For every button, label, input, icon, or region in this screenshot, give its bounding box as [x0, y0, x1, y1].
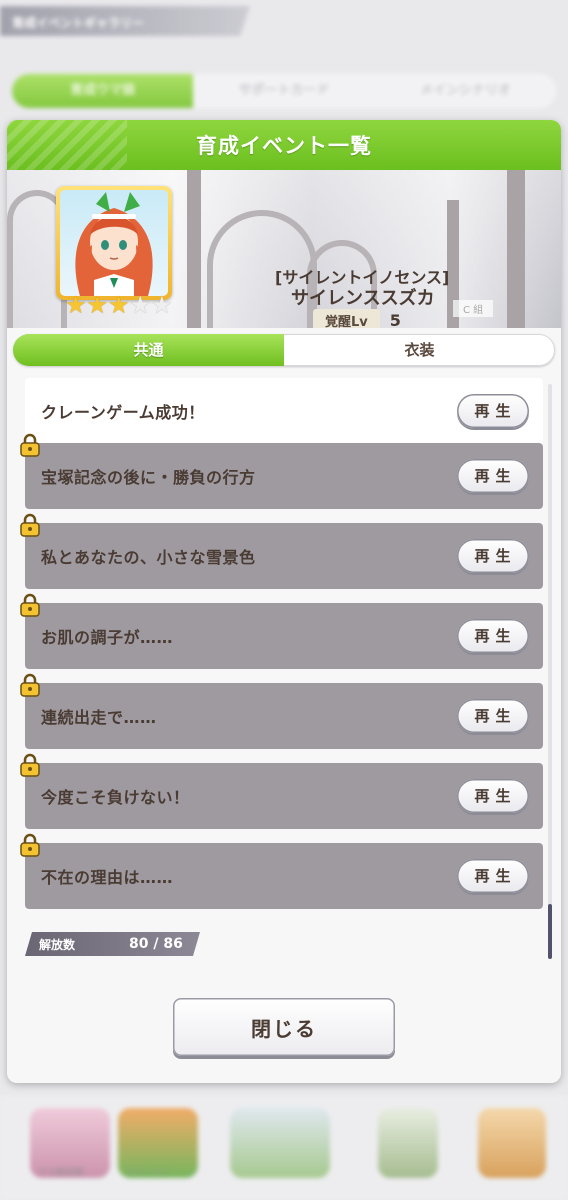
event-title: 今度こそ負けない！	[41, 788, 190, 807]
event-row: 今度こそ負けない！ 再生	[20, 753, 543, 829]
event-row: 宝塚記念の後に・勝負の行方 再生	[20, 433, 543, 509]
event-list: クレーンゲーム成功！ 再生 宝塚記念の後に・勝負の行方 再生 私とあなたの、小さ…	[20, 378, 543, 964]
hallway-pillar	[507, 170, 525, 328]
event-title: 宝塚記念の後に・勝負の行方	[41, 468, 256, 487]
awakening-level: 覚醒Lv 5	[313, 309, 401, 328]
tab-costume[interactable]: 衣装	[284, 334, 555, 366]
event-title: 連続出走で……	[41, 708, 157, 727]
play-button[interactable]: 再生	[457, 459, 529, 493]
event-title: 不在の理由は……	[41, 868, 174, 887]
event-list-dialog: 育成イベント一覧 ★ ★ ★ ★ ★ [サイレントイノセンス] サイレンススズカ…	[7, 120, 561, 1083]
background-tab-umamusume: 育成ウマ娘	[12, 74, 194, 108]
play-button[interactable]: 再生	[457, 779, 529, 813]
lock-icon	[20, 433, 40, 457]
hallway-pillar	[187, 170, 201, 328]
play-button[interactable]: 再生	[457, 539, 529, 573]
dialog-title: 育成イベント一覧	[7, 120, 561, 170]
lock-icon	[20, 833, 40, 857]
class-plate-sign: C 組	[453, 300, 494, 317]
event-row: 連続出走で…… 再生	[20, 673, 543, 749]
background-tab-support-card: サポートカード	[238, 83, 330, 98]
character-portrait-frame	[56, 186, 172, 300]
background-footer-label-character: ウマ娘詳細	[38, 1168, 84, 1178]
background-footer-icon-race	[378, 1108, 438, 1178]
background-header: 育成イベントギャラリー	[0, 6, 250, 36]
lock-icon	[20, 513, 40, 537]
awakening-level-value: 5	[389, 311, 401, 328]
background-footer-icon-gacha	[478, 1108, 546, 1178]
background-tab-main-scenario: メインシナリオ	[419, 83, 511, 98]
star-filled-icon: ★	[86, 291, 109, 319]
unlock-count-bar: 解放数 80 / 86	[25, 932, 200, 956]
character-portrait-illustration	[75, 192, 153, 296]
scrollbar-thumb[interactable]	[548, 904, 552, 959]
star-empty-icon: ★	[129, 291, 152, 319]
event-row: 不在の理由は…… 再生	[20, 833, 543, 909]
background-tabs: 育成ウマ娘 サポートカード メインシナリオ	[12, 74, 556, 108]
star-filled-icon: ★	[65, 291, 87, 319]
play-button[interactable]: 再生	[457, 619, 529, 653]
character-portrait	[60, 190, 168, 296]
event-row: お肌の調子が…… 再生	[20, 593, 543, 669]
star-empty-icon: ★	[151, 291, 173, 319]
event-title: クレーンゲーム成功！	[41, 403, 205, 422]
character-name: サイレンススズカ	[291, 288, 435, 309]
unlock-count-value: 80 / 86	[129, 936, 183, 952]
unlock-count-label: 解放数	[39, 937, 76, 952]
lock-icon	[20, 753, 40, 777]
event-row: 私とあなたの、小さな雪景色 再生	[20, 513, 543, 589]
star-filled-icon: ★	[108, 291, 130, 319]
tab-common[interactable]: 共通	[13, 334, 284, 366]
rarity-stars: ★ ★ ★ ★ ★	[65, 293, 173, 317]
play-button[interactable]: 再生	[457, 699, 529, 733]
lock-icon	[20, 673, 40, 697]
background-footer-icon-school	[230, 1108, 330, 1178]
event-title: お肌の調子が……	[41, 628, 174, 647]
event-row: クレーンゲーム成功！ 再生	[25, 378, 543, 444]
play-button[interactable]: 再生	[457, 859, 529, 893]
event-category-tabs: 共通 衣装	[13, 334, 555, 366]
lock-icon	[20, 593, 40, 617]
background-footer-label-story: ストーリー	[126, 1168, 172, 1178]
event-list-scrollbar[interactable]	[548, 384, 552, 959]
awakening-level-label: 覚醒Lv	[313, 309, 380, 328]
close-button[interactable]: 閉じる	[173, 998, 395, 1056]
play-button[interactable]: 再生	[457, 394, 529, 428]
event-title: 私とあなたの、小さな雪景色	[41, 548, 256, 567]
character-hero-banner: ★ ★ ★ ★ ★ [サイレントイノセンス] サイレンススズカ C 組 覚醒Lv…	[7, 170, 561, 328]
